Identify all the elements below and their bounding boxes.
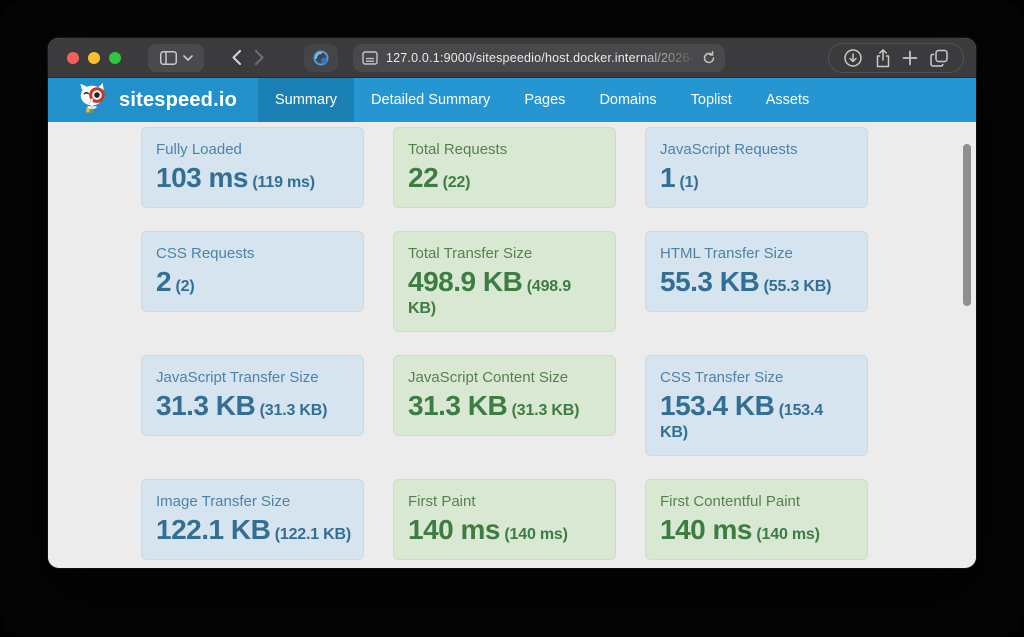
share-button[interactable] [875,49,891,68]
metric-label: Fully Loaded [156,141,351,158]
metric-label: Total Requests [408,141,603,158]
metric-value-line: 153.4 KB (153.4 KB) [660,389,832,443]
metric-label: First Paint [408,493,603,510]
metric-value: 55.3 KB [660,266,759,297]
back-button[interactable] [232,50,241,65]
metric-secondary-value: (140 ms) [504,526,567,543]
metric-card: First Paint 140 ms (140 ms) [393,479,616,560]
metric-value-line: 55.3 KB (55.3 KB) [660,265,855,299]
sidebar-icon [160,51,177,65]
metric-secondary-value: (2) [176,278,195,295]
metric-value: 22 [408,162,438,193]
metric-secondary-value: (22) [443,174,471,191]
metric-label: JavaScript Content Size [408,369,603,386]
chevron-down-icon [183,55,193,61]
minimize-window-button[interactable] [88,52,100,64]
metric-value-line: 2 (2) [156,265,351,299]
tab-overview-button[interactable] [930,49,949,68]
metric-value-line: 140 ms (140 ms) [408,513,603,547]
metric-value-line: 140 ms (140 ms) [660,513,855,547]
brand[interactable]: sitespeed.io [48,78,258,122]
page-settings-icon[interactable] [362,51,378,65]
metric-label: CSS Requests [156,245,351,262]
metric-card: CSS Transfer Size 153.4 KB (153.4 KB) [645,355,868,456]
metric-value-line: 1 (1) [660,161,855,195]
metric-value: 122.1 KB [156,514,270,545]
new-tab-button[interactable] [902,50,918,66]
metric-value: 498.9 KB [408,266,522,297]
metric-card: JavaScript Requests 1 (1) [645,127,868,208]
metric-value: 153.4 KB [660,390,774,421]
url-text: 127.0.0.1:9000/sitespeedio/host.docker.i… [378,51,702,65]
metric-secondary-value: (119 ms) [252,174,314,191]
metric-value: 140 ms [660,514,752,545]
tab-domains[interactable]: Domains [582,78,673,122]
forward-button[interactable] [255,50,264,65]
browser-window: 127.0.0.1:9000/sitespeedio/host.docker.i… [48,38,976,568]
traffic-lights [67,52,121,64]
metric-secondary-value: (122.1 KB) [275,526,351,543]
metric-card: Total Requests 22 (22) [393,127,616,208]
metric-value-line: 31.3 KB (31.3 KB) [408,389,603,423]
metric-value: 140 ms [408,514,500,545]
metric-secondary-value: (31.3 KB) [260,402,328,419]
metric-value: 1 [660,162,675,193]
sidebar-toggle-button[interactable] [148,44,204,72]
brand-name: sitespeed.io [119,89,237,112]
metric-label: Image Transfer Size [156,493,351,510]
downloads-button[interactable] [843,48,863,68]
metric-card: Image Transfer Size 122.1 KB (122.1 KB) [141,479,364,560]
sitespeed-navbar: sitespeed.io SummaryDetailed SummaryPage… [48,78,976,122]
toolbar-right-group [828,43,964,73]
extension-button[interactable] [304,44,338,72]
metric-label: Total Transfer Size [408,245,603,262]
metric-secondary-value: (1) [680,174,699,191]
sitespeed-logo-icon [74,82,110,118]
metric-label: First Contentful Paint [660,493,855,510]
scrollbar-thumb[interactable] [963,144,971,306]
metric-value: 31.3 KB [156,390,255,421]
zoom-window-button[interactable] [109,52,121,64]
metric-value: 2 [156,266,171,297]
metrics-grid: Fully Loaded 103 ms (119 ms) Total Reque… [141,127,976,560]
summary-page: Fully Loaded 103 ms (119 ms) Total Reque… [48,122,976,567]
metric-value-line: 498.9 KB (498.9 KB) [408,265,580,319]
history-navigation [216,44,280,72]
metric-value-line: 31.3 KB (31.3 KB) [156,389,351,423]
metric-label: JavaScript Transfer Size [156,369,351,386]
metric-card: JavaScript Transfer Size 31.3 KB (31.3 K… [141,355,364,436]
metric-card: Total Transfer Size 498.9 KB (498.9 KB) [393,231,616,332]
metric-card: Fully Loaded 103 ms (119 ms) [141,127,364,208]
nav-tabs: SummaryDetailed SummaryPagesDomainsTopli… [258,78,826,122]
metric-secondary-value: (140 ms) [756,526,819,543]
metric-label: JavaScript Requests [660,141,855,158]
address-bar[interactable]: 127.0.0.1:9000/sitespeedio/host.docker.i… [353,44,725,72]
tab-toplist[interactable]: Toplist [674,78,749,122]
tab-pages[interactable]: Pages [507,78,582,122]
tab-detailed-summary[interactable]: Detailed Summary [354,78,507,122]
metric-card: First Contentful Paint 140 ms (140 ms) [645,479,868,560]
metric-label: HTML Transfer Size [660,245,855,262]
metric-card: HTML Transfer Size 55.3 KB (55.3 KB) [645,231,868,312]
metric-value: 31.3 KB [408,390,507,421]
metric-card: JavaScript Content Size 31.3 KB (31.3 KB… [393,355,616,436]
metric-value-line: 103 ms (119 ms) [156,161,351,195]
desktop-background: 127.0.0.1:9000/sitespeedio/host.docker.i… [0,0,1024,637]
metric-card: CSS Requests 2 (2) [141,231,364,312]
tab-summary[interactable]: Summary [258,78,354,122]
tab-assets[interactable]: Assets [749,78,827,122]
metric-value-line: 22 (22) [408,161,603,195]
metric-value: 103 ms [156,162,248,193]
metric-secondary-value: (55.3 KB) [764,278,832,295]
close-window-button[interactable] [67,52,79,64]
metric-secondary-value: (31.3 KB) [512,402,580,419]
reload-icon[interactable] [702,51,716,65]
metric-value-line: 122.1 KB (122.1 KB) [156,513,351,547]
metric-label: CSS Transfer Size [660,369,855,386]
browser-titlebar: 127.0.0.1:9000/sitespeedio/host.docker.i… [48,38,976,78]
extension-icon [312,49,330,67]
